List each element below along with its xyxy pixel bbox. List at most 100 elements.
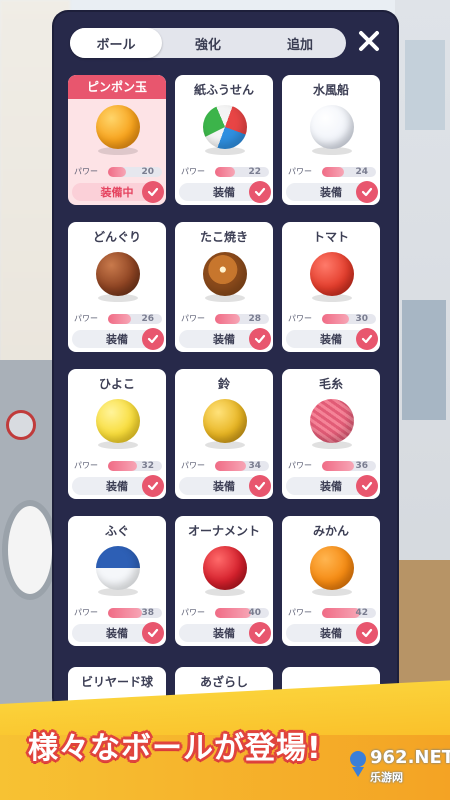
equip-button[interactable]: 装備 [286, 475, 378, 497]
power-value: 32 [141, 461, 154, 471]
power-meter: パワー 30 [288, 313, 376, 325]
power-label: パワー [74, 314, 98, 323]
ball-name: ピンポン玉 [68, 75, 166, 99]
power-value: 28 [248, 314, 261, 324]
ball-name: ふぐ [104, 524, 129, 538]
power-value: 42 [355, 608, 368, 618]
checkmark-icon [142, 622, 164, 644]
bell-icon [203, 399, 247, 443]
power-label: パワー [288, 608, 312, 617]
checkmark-icon [142, 328, 164, 350]
power-meter: パワー 36 [288, 460, 376, 472]
power-label: パワー [74, 167, 98, 176]
ball-card[interactable]: オーナメントパワー 40 装備 [175, 516, 273, 646]
ball-card[interactable]: 水風船パワー 24 装備 [282, 75, 380, 205]
power-label: パワー [181, 314, 205, 323]
checkmark-icon [249, 622, 271, 644]
paper-balloon-icon [203, 105, 247, 149]
ball-grid: ピンポン玉 パワー 20 装備中 紙ふうせん パワー 22 装備 水風船 パワー 24 装備 どんぐりパ… [68, 75, 384, 646]
equip-label: 装備 [320, 186, 342, 199]
power-label: パワー [181, 167, 205, 176]
equip-button[interactable]: 装備 [286, 181, 378, 203]
ball-card[interactable]: みかんパワー 42 装備 [282, 516, 380, 646]
ball-card[interactable]: 紙ふうせんパワー 22 装備 [175, 75, 273, 205]
power-value: 34 [248, 461, 261, 471]
equip-label: 装備 [320, 333, 342, 346]
power-meter: パワー 38 [74, 607, 162, 619]
ball-card[interactable]: ふぐパワー 38 装備 [68, 516, 166, 646]
tomato-icon [310, 252, 354, 296]
power-meter: パワー 20 [74, 166, 162, 178]
banner-text: 様々なボールが登場! [28, 731, 322, 766]
ball-card[interactable]: 毛糸 パワー 36 装備 [282, 369, 380, 499]
equip-label: 装備 [320, 480, 342, 493]
ping-pong-ball-icon [96, 105, 140, 149]
close-button[interactable] [354, 26, 384, 56]
power-meter: パワー 22 [181, 166, 269, 178]
power-meter: パワー 34 [181, 460, 269, 472]
equip-label: 装備 [213, 480, 235, 493]
power-meter: パワー 28 [181, 313, 269, 325]
equip-label: 装備 [106, 480, 128, 493]
ball-card[interactable]: どんぐり パワー 26 装備 [68, 222, 166, 352]
checkmark-icon [249, 181, 271, 203]
equip-button[interactable]: 装備 [286, 328, 378, 350]
water-balloon-icon [310, 105, 354, 149]
checkmark-icon [142, 181, 164, 203]
ball-name: 紙ふうせん [193, 83, 254, 97]
checkmark-icon [142, 475, 164, 497]
power-value: 22 [248, 167, 261, 177]
ball-name: トマト [312, 230, 349, 244]
equip-button[interactable]: 装備 [72, 475, 164, 497]
power-label: パワー [181, 461, 205, 470]
equip-button[interactable]: 装備 [72, 328, 164, 350]
equip-button[interactable]: 装備 [179, 181, 271, 203]
power-meter: パワー 32 [74, 460, 162, 472]
power-value: 36 [355, 461, 368, 471]
equip-label: 装備中 [100, 186, 134, 199]
tab-upgrade[interactable]: 強化 [162, 28, 254, 58]
ornament-icon [203, 546, 247, 590]
ball-card[interactable]: トマトパワー 30 装備 [282, 222, 380, 352]
ball-name: オーナメント [187, 524, 260, 538]
power-label: パワー [288, 167, 312, 176]
power-meter: パワー 42 [288, 607, 376, 619]
ball-name: みかん [312, 524, 349, 538]
equip-button[interactable]: 装備 [179, 475, 271, 497]
power-meter: パワー 24 [288, 166, 376, 178]
equip-button[interactable]: 装備 [72, 622, 164, 644]
ball-card[interactable]: たこ焼き パワー 28 装備 [175, 222, 273, 352]
tab-balls[interactable]: ボール [70, 28, 162, 58]
equip-button[interactable]: 装備中 [72, 181, 164, 203]
yarn-ball-icon [310, 399, 354, 443]
equip-label: 装備 [106, 333, 128, 346]
watermark-site: 乐游网 [370, 771, 403, 784]
checkmark-icon [356, 181, 378, 203]
ball-name: 水風船 [312, 83, 349, 97]
equip-button[interactable]: 装備 [179, 328, 271, 350]
equip-label: 装備 [320, 627, 342, 640]
ball-card[interactable]: ピンポン玉パワー 20 装備中 [68, 75, 166, 205]
acorn-icon [96, 252, 140, 296]
equip-button[interactable]: 装備 [286, 622, 378, 644]
power-value: 24 [355, 167, 368, 177]
tab-bar: ボール 強化 追加 [70, 28, 346, 58]
power-label: パワー [288, 314, 312, 323]
chick-icon [96, 399, 140, 443]
equip-label: 装備 [106, 627, 128, 640]
ball-card[interactable]: 鈴パワー 34 装備 [175, 369, 273, 499]
ball-name: ひよこ [98, 377, 135, 391]
power-value: 20 [141, 167, 154, 177]
close-icon [359, 31, 379, 51]
ball-card[interactable]: ひよこパワー 32 装備 [68, 369, 166, 499]
checkmark-icon [356, 622, 378, 644]
power-label: パワー [74, 461, 98, 470]
equip-label: 装備 [213, 627, 235, 640]
power-label: パワー [181, 608, 205, 617]
power-value: 38 [141, 608, 154, 618]
checkmark-icon [356, 328, 378, 350]
power-value: 40 [248, 608, 261, 618]
equip-button[interactable]: 装備 [179, 622, 271, 644]
site-watermark: 962.NET 乐游网 [348, 745, 450, 795]
tab-add[interactable]: 追加 [254, 28, 346, 58]
